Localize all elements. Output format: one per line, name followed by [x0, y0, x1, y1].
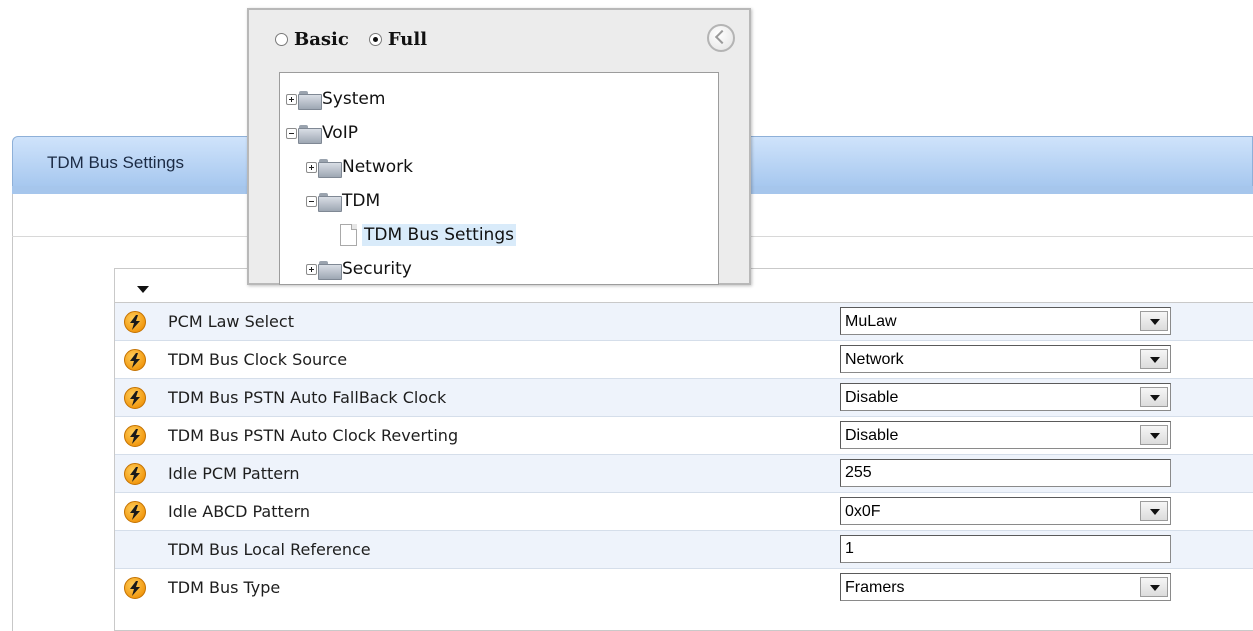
param-row-idle-abcd-pattern: Idle ABCD Pattern 0x0F: [115, 493, 1253, 531]
select-value: Disable: [845, 389, 899, 406]
param-row-pstn-auto-fallback-clock: TDM Bus PSTN Auto FallBack Clock Disable: [115, 379, 1253, 417]
folder-icon: [298, 124, 322, 144]
folder-icon: [318, 260, 342, 280]
navigation-tree: System VoIP Network TDM TDM Bus Settings…: [279, 72, 719, 285]
param-label: Idle PCM Pattern: [168, 464, 300, 483]
param-label: PCM Law Select: [168, 312, 294, 331]
pcm-law-select[interactable]: MuLaw: [840, 307, 1171, 335]
tree-node-label[interactable]: Security: [342, 259, 412, 279]
bolt-icon: [124, 425, 146, 447]
dropdown-arrow-icon[interactable]: [1140, 349, 1168, 369]
param-row-tdm-bus-local-reference: TDM Bus Local Reference: [115, 531, 1253, 569]
bolt-icon: [124, 463, 146, 485]
tree-node-label[interactable]: Network: [342, 157, 413, 177]
tree-node-security[interactable]: Security: [306, 255, 412, 283]
bolt-icon: [124, 387, 146, 409]
bolt-icon: [124, 501, 146, 523]
param-row-tdm-bus-type: TDM Bus Type Framers: [115, 569, 1253, 607]
navigation-tree-popup: Basic Full System VoIP Network TDM TDM B…: [247, 8, 751, 285]
local-reference-input[interactable]: [841, 536, 1170, 562]
expand-plus-icon[interactable]: [306, 161, 317, 173]
tree-node-system[interactable]: System: [286, 85, 385, 113]
tree-node-label[interactable]: System: [322, 89, 385, 109]
folder-icon: [298, 90, 322, 110]
folder-icon: [318, 158, 342, 178]
tree-node-label[interactable]: TDM Bus Settings: [362, 224, 516, 246]
tdm-bus-type-select[interactable]: Framers: [840, 573, 1171, 601]
dropdown-arrow-icon[interactable]: [1140, 425, 1168, 445]
expand-plus-icon[interactable]: [306, 263, 317, 275]
basic-label[interactable]: Basic: [294, 29, 349, 50]
bolt-icon: [124, 577, 146, 599]
tree-node-tdm[interactable]: TDM: [306, 187, 380, 215]
idle-pcm-pattern-input[interactable]: [841, 460, 1170, 486]
param-row-pcm-law-select: PCM Law Select MuLaw: [115, 303, 1253, 341]
select-value: Disable: [845, 427, 899, 444]
param-label: TDM Bus Clock Source: [168, 350, 348, 369]
collapse-minus-icon[interactable]: [286, 127, 297, 139]
auto-fallback-clock-select[interactable]: Disable: [840, 383, 1171, 411]
page-tab-title: TDM Bus Settings: [47, 153, 184, 172]
local-reference-field[interactable]: [840, 535, 1171, 563]
dropdown-arrow-icon[interactable]: [1140, 577, 1168, 597]
tree-node-tdm-bus-settings[interactable]: TDM Bus Settings: [340, 221, 516, 249]
tree-node-network[interactable]: Network: [306, 153, 413, 181]
expand-plus-icon[interactable]: [286, 93, 297, 105]
clock-source-select[interactable]: Network: [840, 345, 1171, 373]
select-value: 0x0F: [845, 503, 881, 520]
select-value: Framers: [845, 579, 905, 596]
param-label: Idle ABCD Pattern: [168, 502, 311, 521]
idle-abcd-pattern-select[interactable]: 0x0F: [840, 497, 1171, 525]
tree-node-label[interactable]: VoIP: [322, 123, 358, 143]
param-label: TDM Bus PSTN Auto Clock Reverting: [168, 426, 459, 445]
dropdown-arrow-icon[interactable]: [1140, 311, 1168, 331]
tree-node-voip[interactable]: VoIP: [286, 119, 358, 147]
dropdown-arrow-icon[interactable]: [1140, 501, 1168, 521]
dropdown-arrow-icon[interactable]: [1140, 387, 1168, 407]
parameters-panel: PCM Law Select MuLaw TDM Bus Clock Sourc…: [114, 268, 1253, 631]
collapse-nav-chevron-left-icon[interactable]: [707, 24, 735, 52]
param-label: TDM Bus Type: [168, 578, 281, 597]
bolt-icon: [124, 349, 146, 371]
auto-clock-reverting-select[interactable]: Disable: [840, 421, 1171, 449]
param-row-tdm-bus-clock-source: TDM Bus Clock Source Network: [115, 341, 1253, 379]
tree-node-label[interactable]: TDM: [342, 191, 380, 211]
param-label: TDM Bus Local Reference: [168, 540, 371, 559]
select-value: MuLaw: [845, 313, 897, 330]
idle-pcm-pattern-field[interactable]: [840, 459, 1171, 487]
param-row-idle-pcm-pattern: Idle PCM Pattern: [115, 455, 1253, 493]
menu-mode-selector: Basic Full: [275, 24, 441, 54]
full-radio[interactable]: [368, 32, 382, 46]
select-value: Network: [845, 351, 904, 368]
param-label: TDM Bus PSTN Auto FallBack Clock: [168, 388, 447, 407]
basic-radio[interactable]: [275, 32, 288, 46]
collapse-minus-icon[interactable]: [306, 195, 317, 207]
bolt-icon: [124, 311, 146, 333]
full-label[interactable]: Full: [388, 29, 427, 50]
collapse-arrow-icon[interactable]: [137, 286, 149, 293]
page-icon: [340, 224, 357, 246]
param-row-pstn-auto-clock-reverting: TDM Bus PSTN Auto Clock Reverting Disabl…: [115, 417, 1253, 455]
folder-icon: [318, 192, 342, 212]
